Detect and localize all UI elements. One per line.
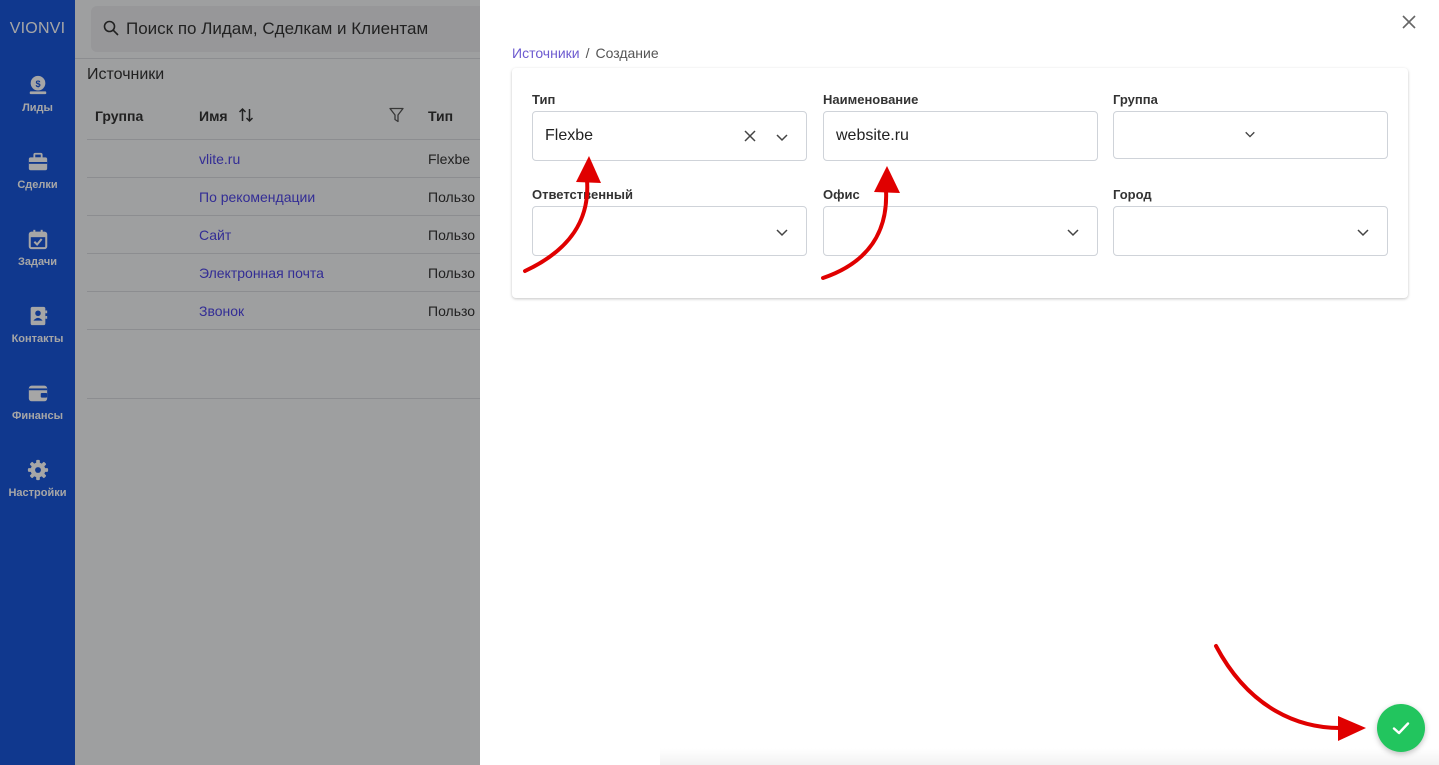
name-input-value: website.ru <box>836 127 909 144</box>
field-type: Тип Flexbe <box>532 92 807 161</box>
responsible-select[interactable] <box>532 206 807 256</box>
chevron-down-icon[interactable] <box>775 225 789 239</box>
close-icon[interactable] <box>1401 14 1417 30</box>
check-icon <box>1392 722 1410 735</box>
field-label: Группа <box>1113 92 1158 107</box>
create-source-drawer: Источники / Создание Тип Flexbe Наименован… <box>480 0 1439 765</box>
field-office: Офис <box>823 187 1098 256</box>
field-label: Наименование <box>823 92 919 107</box>
field-name: Наименование website.ru <box>823 92 1098 161</box>
breadcrumb-link-sources[interactable]: Источники <box>512 45 580 61</box>
field-city: Город <box>1113 187 1388 256</box>
chevron-down-icon[interactable] <box>775 130 789 144</box>
breadcrumb-separator: / <box>585 45 590 61</box>
field-label: Тип <box>532 92 556 107</box>
city-select[interactable] <box>1113 206 1388 256</box>
name-input[interactable]: website.ru <box>823 111 1098 161</box>
field-label: Офис <box>823 187 860 202</box>
modal-backdrop[interactable] <box>0 0 480 765</box>
field-group: Группа <box>1113 92 1388 159</box>
office-select[interactable] <box>823 206 1098 256</box>
save-button[interactable] <box>1377 704 1425 752</box>
chevron-down-icon[interactable] <box>1066 225 1080 239</box>
chevron-down-icon[interactable] <box>1356 225 1370 239</box>
type-select-value: Flexbe <box>545 127 594 144</box>
clear-icon[interactable] <box>743 129 757 143</box>
form-card: Тип Flexbe Наименование website.ru Групп… <box>512 68 1408 298</box>
chevron-down-icon[interactable] <box>1244 128 1256 140</box>
breadcrumb-current: Создание <box>595 45 659 61</box>
field-label: Ответственный <box>532 187 633 202</box>
group-select[interactable] <box>1113 111 1388 159</box>
bottom-shadow <box>660 748 1439 765</box>
type-select[interactable]: Flexbe <box>532 111 807 161</box>
field-responsible: Ответственный <box>532 187 807 256</box>
field-label: Город <box>1113 187 1152 202</box>
breadcrumb: Источники / Создание <box>512 45 659 61</box>
